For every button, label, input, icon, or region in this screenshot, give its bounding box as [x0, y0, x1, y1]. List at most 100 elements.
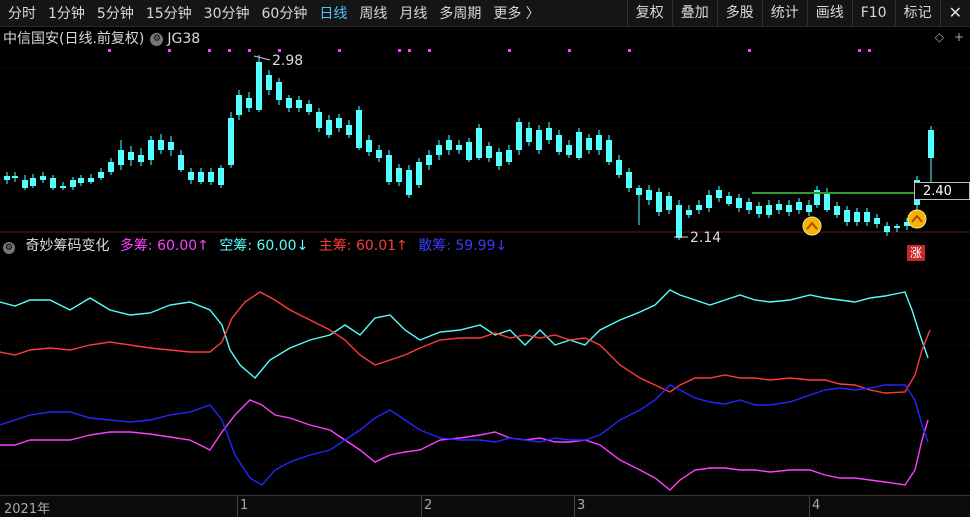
candle-body — [766, 205, 772, 215]
candle-body — [516, 122, 522, 150]
candle-body — [636, 188, 642, 195]
up-arrow-icon — [907, 209, 927, 229]
candle-body — [666, 196, 672, 210]
candle-body — [88, 178, 94, 182]
candle-body — [98, 172, 104, 178]
candle-body — [386, 155, 392, 182]
candle-body — [586, 138, 592, 150]
high-marker — [253, 55, 271, 61]
candle-body — [506, 150, 512, 162]
candle-body — [696, 205, 702, 210]
candle-body — [686, 210, 692, 215]
candle-body — [22, 180, 28, 188]
candle-body — [616, 160, 622, 175]
candle-body — [50, 178, 56, 188]
candle-body — [446, 140, 452, 150]
candle-body — [456, 145, 462, 150]
candle-body — [286, 98, 292, 108]
candle-body — [626, 172, 632, 188]
signal-dot — [228, 49, 231, 52]
zhuchou-line — [0, 291, 931, 394]
candle-body — [796, 202, 802, 210]
candle-body — [646, 190, 652, 200]
sanchou-value: 散筹: 59.99↓ — [418, 238, 508, 254]
signal-dot — [168, 49, 171, 52]
candle-body — [228, 118, 234, 165]
date-label: 3 — [577, 498, 586, 513]
candle-body — [138, 155, 144, 162]
candle-body — [218, 168, 224, 185]
date-axis: 2021年 1 2 3 4 — [0, 495, 970, 517]
last-price-tag: 2.40 — [914, 182, 970, 200]
month-divider — [809, 496, 810, 517]
candle-body — [576, 132, 582, 158]
indicator-settings-icon[interactable]: ⚙ — [3, 242, 15, 254]
signal-dot — [748, 49, 751, 52]
candle-body — [466, 142, 472, 160]
month-divider — [421, 496, 422, 517]
candle-body — [726, 196, 732, 204]
zhuchou-value: 主筹: 60.01↑ — [318, 238, 408, 254]
candle-body — [178, 155, 184, 170]
date-label: 1 — [240, 498, 249, 513]
candle-body — [296, 100, 302, 108]
candle-body — [60, 186, 66, 188]
candle-body — [336, 118, 342, 128]
duochou-line — [0, 399, 929, 491]
candle-body — [406, 170, 412, 195]
signal-dot — [428, 49, 431, 52]
candle-body — [4, 176, 10, 180]
candle-body — [12, 176, 18, 178]
candle-body — [776, 204, 782, 210]
candle-body — [736, 198, 742, 208]
candle-body — [844, 210, 850, 222]
candle-body — [356, 110, 362, 148]
signal-dot — [408, 49, 411, 52]
candle-body — [426, 155, 432, 165]
candle-body — [536, 130, 542, 150]
signal-dot — [868, 49, 871, 52]
kongchou-value: 空筹: 60.00↓ — [219, 238, 309, 254]
candle-body — [108, 162, 114, 172]
candle-body — [416, 162, 422, 185]
candle-body — [546, 128, 552, 140]
candle-body — [786, 205, 792, 212]
candle-body — [30, 178, 36, 186]
candle-body — [874, 218, 880, 224]
date-label: 2 — [424, 498, 433, 513]
candle-body — [236, 95, 242, 115]
candle-body — [706, 195, 712, 208]
candle-body — [346, 125, 352, 135]
chart-area[interactable]: 2.98 2.14 — [0, 0, 970, 516]
low-price-label: 2.14 — [690, 230, 721, 246]
candle-body — [806, 205, 812, 212]
candle-body — [198, 172, 204, 182]
candle-body — [894, 226, 900, 228]
candle-body — [208, 172, 214, 182]
candle-body — [496, 152, 502, 166]
signal-dot — [568, 49, 571, 52]
candle-body — [436, 145, 442, 155]
candle-body — [676, 205, 682, 238]
candle-body — [246, 98, 252, 108]
candle-body — [326, 120, 332, 135]
date-label: 4 — [812, 498, 821, 513]
candle-body — [70, 180, 76, 187]
candle-body — [366, 140, 372, 152]
candle-body — [168, 142, 174, 150]
candle-body — [486, 146, 492, 158]
high-price-label: 2.98 — [272, 53, 303, 69]
candle-body — [396, 168, 402, 182]
candle-body — [78, 178, 84, 183]
candle-body — [148, 140, 154, 160]
candle-body — [606, 140, 612, 162]
month-divider — [237, 496, 238, 517]
indicator-panel-name: 奇妙筹码变化 — [25, 238, 110, 254]
signal-dot — [248, 49, 251, 52]
candle-body — [40, 176, 46, 180]
signal-dot — [508, 49, 511, 52]
candle-body — [746, 202, 752, 210]
candle-body — [376, 150, 382, 158]
signal-dot — [628, 49, 631, 52]
candle-body — [256, 62, 262, 110]
